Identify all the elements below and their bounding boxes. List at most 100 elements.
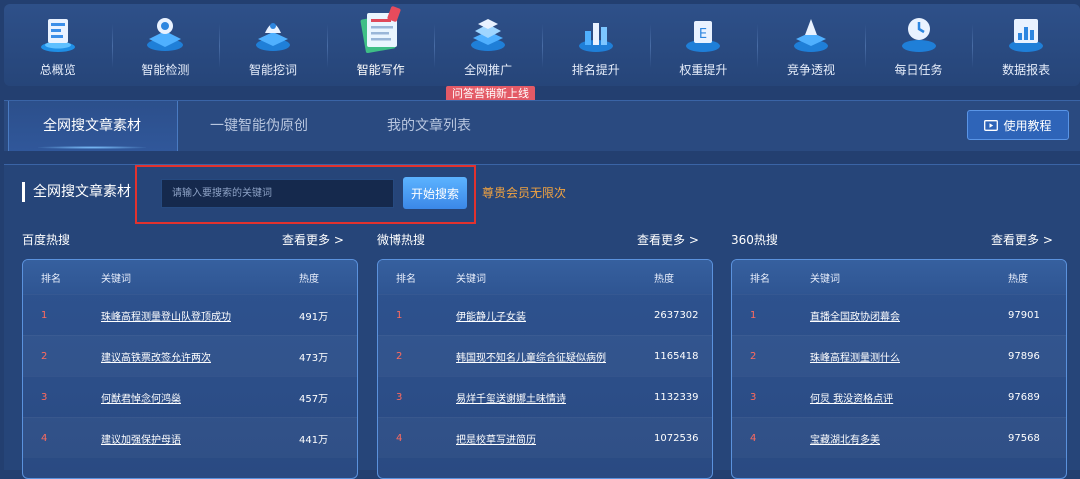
heat-cell: 473万 bbox=[299, 352, 329, 364]
keyword-link[interactable]: 何炅 我没资格点评 bbox=[810, 394, 893, 405]
rank-header: 排名 bbox=[396, 273, 416, 285]
table-row: 3 何猷君悼念何鸿燊 457万 bbox=[23, 376, 357, 417]
heat-cell: 441万 bbox=[299, 434, 329, 446]
rank-cell: 3 bbox=[750, 391, 757, 403]
keyword-link[interactable]: 建议高铁票改签允许两次 bbox=[101, 353, 211, 364]
rank-header: 排名 bbox=[750, 273, 770, 285]
table-header: 排名 关键词 热度 bbox=[378, 260, 712, 294]
keyword-link[interactable]: 建议加强保护母语 bbox=[101, 435, 181, 446]
heat-header: 热度 bbox=[654, 273, 674, 285]
search-input[interactable] bbox=[161, 179, 394, 208]
baidu-hot-title: 百度热搜 bbox=[22, 233, 71, 247]
nav-item-report[interactable]: 数据报表 bbox=[972, 4, 1080, 86]
search-button[interactable]: 开始搜索 bbox=[403, 177, 467, 209]
heat-cell: 491万 bbox=[299, 311, 329, 323]
heat-cell: 97568 bbox=[1008, 432, 1040, 444]
rank-cell: 3 bbox=[41, 391, 48, 403]
nav-label: 排名提升 bbox=[571, 63, 620, 77]
nav-item-writing[interactable]: 智能写作 bbox=[326, 4, 435, 86]
promotion-icon bbox=[471, 19, 506, 51]
nav-item-competition[interactable]: 竞争透视 bbox=[757, 4, 865, 86]
competition-icon bbox=[793, 19, 828, 52]
nav-label: 智能检测 bbox=[141, 63, 190, 77]
hot360-see-more-link[interactable]: 查看更多 > bbox=[991, 231, 1053, 248]
heat-cell: 2637302 bbox=[654, 309, 699, 321]
heat-header: 热度 bbox=[299, 273, 319, 285]
heat-cell: 97896 bbox=[1008, 350, 1040, 362]
heat-cell: 457万 bbox=[299, 393, 329, 405]
nav-label: 全网推广 bbox=[464, 63, 513, 77]
nav-item-overview[interactable]: 总概览 bbox=[4, 4, 112, 86]
keyword-link[interactable]: 易烊千玺送谢娜土味情诗 bbox=[456, 394, 566, 405]
rank-header: 排名 bbox=[41, 273, 61, 285]
rank-cell: 1 bbox=[750, 309, 757, 321]
keyword-link[interactable]: 珠峰高程测量登山队登顶成功 bbox=[101, 312, 231, 323]
video-icon bbox=[984, 119, 999, 131]
nav-item-weight[interactable]: E 权重提升 bbox=[649, 4, 758, 86]
table-row: 4 建议加强保护母语 441万 bbox=[23, 417, 357, 458]
keyword-link[interactable]: 直播全国政协闭幕会 bbox=[810, 312, 900, 323]
table-row: 2 建议高铁票改签允许两次 473万 bbox=[23, 335, 357, 376]
nav-label: 竞争透视 bbox=[786, 63, 835, 77]
nav-label: 数据报表 bbox=[1002, 63, 1051, 77]
content-panel: 全网搜文章素材 开始搜索 尊贵会员无限次 百度热搜 查看更多 > 排名 关键词 … bbox=[4, 164, 1080, 479]
tutorial-label: 使用教程 bbox=[1003, 118, 1052, 133]
table-row: 3 易烊千玺送谢娜土味情诗 1132339 bbox=[378, 376, 712, 417]
keyword-header: 关键词 bbox=[810, 273, 840, 285]
writing-icon bbox=[360, 6, 401, 54]
keyword-link[interactable]: 宝藏湖北有多美 bbox=[810, 435, 880, 446]
baidu-see-more-link[interactable]: 查看更多 > bbox=[282, 231, 344, 248]
tab-bar: 全网搜文章素材 一键智能伪原创 我的文章列表 使用教程 bbox=[4, 100, 1080, 151]
nav-item-detect[interactable]: 智能检测 bbox=[111, 4, 220, 86]
nav-item-ranking[interactable]: 排名提升 bbox=[541, 4, 650, 86]
keyword-header: 关键词 bbox=[101, 273, 131, 285]
rank-cell: 2 bbox=[41, 350, 48, 362]
heat-cell: 97901 bbox=[1008, 309, 1040, 321]
report-icon bbox=[1009, 19, 1044, 52]
weibo-hot-title: 微博热搜 bbox=[377, 233, 426, 247]
overview-icon bbox=[40, 19, 75, 52]
keyword-link[interactable]: 何猷君悼念何鸿燊 bbox=[101, 394, 181, 405]
nav-item-promotion[interactable]: 全网推广 bbox=[434, 4, 542, 86]
keyword-link[interactable]: 伊能静儿子女装 bbox=[456, 312, 526, 323]
tab-search-materials[interactable]: 全网搜文章素材 bbox=[8, 101, 176, 151]
heat-header: 热度 bbox=[1008, 273, 1028, 285]
rank-cell: 4 bbox=[750, 432, 757, 444]
heat-cell: 1072536 bbox=[654, 432, 699, 444]
keyword-link[interactable]: 韩国现不知名儿童综合征疑似病例 bbox=[456, 353, 606, 364]
nav-item-daily-task[interactable]: 每日任务 bbox=[864, 4, 973, 86]
nav-item-dig-words[interactable]: 智能挖词 bbox=[219, 4, 327, 86]
nav-label: 权重提升 bbox=[679, 63, 728, 77]
nav-label: 每日任务 bbox=[894, 63, 943, 77]
table-row: 3 何炅 我没资格点评 97689 bbox=[732, 376, 1066, 417]
detect-icon bbox=[147, 18, 184, 51]
weight-icon: E bbox=[686, 21, 721, 52]
rank-cell: 1 bbox=[41, 309, 48, 321]
keyword-link[interactable]: 珠峰高程测量测什么 bbox=[810, 353, 900, 364]
table-row: 2 珠峰高程测量测什么 97896 bbox=[732, 335, 1066, 376]
tab-rewrite[interactable]: 一键智能伪原创 bbox=[184, 101, 334, 151]
vip-note: 尊贵会员无限次 bbox=[482, 186, 567, 200]
rank-cell: 2 bbox=[396, 350, 403, 362]
svg-text:E: E bbox=[699, 27, 707, 42]
keyword-link[interactable]: 把是校草写进简历 bbox=[456, 435, 536, 446]
table-row: 4 宝藏湖北有多美 97568 bbox=[732, 417, 1066, 458]
hot360-title: 360热搜 bbox=[731, 233, 778, 247]
top-nav: 总概览 智能检测 智能挖词 智能写作 全网推广 排名提升 E 权重提升 竞争透视… bbox=[4, 4, 1080, 86]
ranking-icon bbox=[578, 23, 613, 52]
daily-task-icon bbox=[901, 18, 936, 52]
table-row: 1 珠峰高程测量登山队登顶成功 491万 bbox=[23, 294, 357, 335]
weibo-see-more-link[interactable]: 查看更多 > bbox=[637, 231, 699, 248]
rank-cell: 4 bbox=[396, 432, 403, 444]
heat-cell: 1165418 bbox=[654, 350, 699, 362]
tab-article-list[interactable]: 我的文章列表 bbox=[354, 101, 504, 151]
dig-words-icon bbox=[255, 23, 290, 51]
tutorial-button[interactable]: 使用教程 bbox=[967, 110, 1069, 140]
keyword-header: 关键词 bbox=[456, 273, 486, 285]
table-header: 排名 关键词 热度 bbox=[732, 260, 1066, 294]
baidu-hot-table: 排名 关键词 热度 1 珠峰高程测量登山队登顶成功 491万 2 建议高铁票改签… bbox=[22, 259, 358, 479]
table-row: 4 把是校草写进简历 1072536 bbox=[378, 417, 712, 458]
table-row: 1 直播全国政协闭幕会 97901 bbox=[732, 294, 1066, 335]
weibo-hot-table: 排名 关键词 热度 1 伊能静儿子女装 2637302 2 韩国现不知名儿童综合… bbox=[377, 259, 713, 479]
rank-cell: 1 bbox=[396, 309, 403, 321]
